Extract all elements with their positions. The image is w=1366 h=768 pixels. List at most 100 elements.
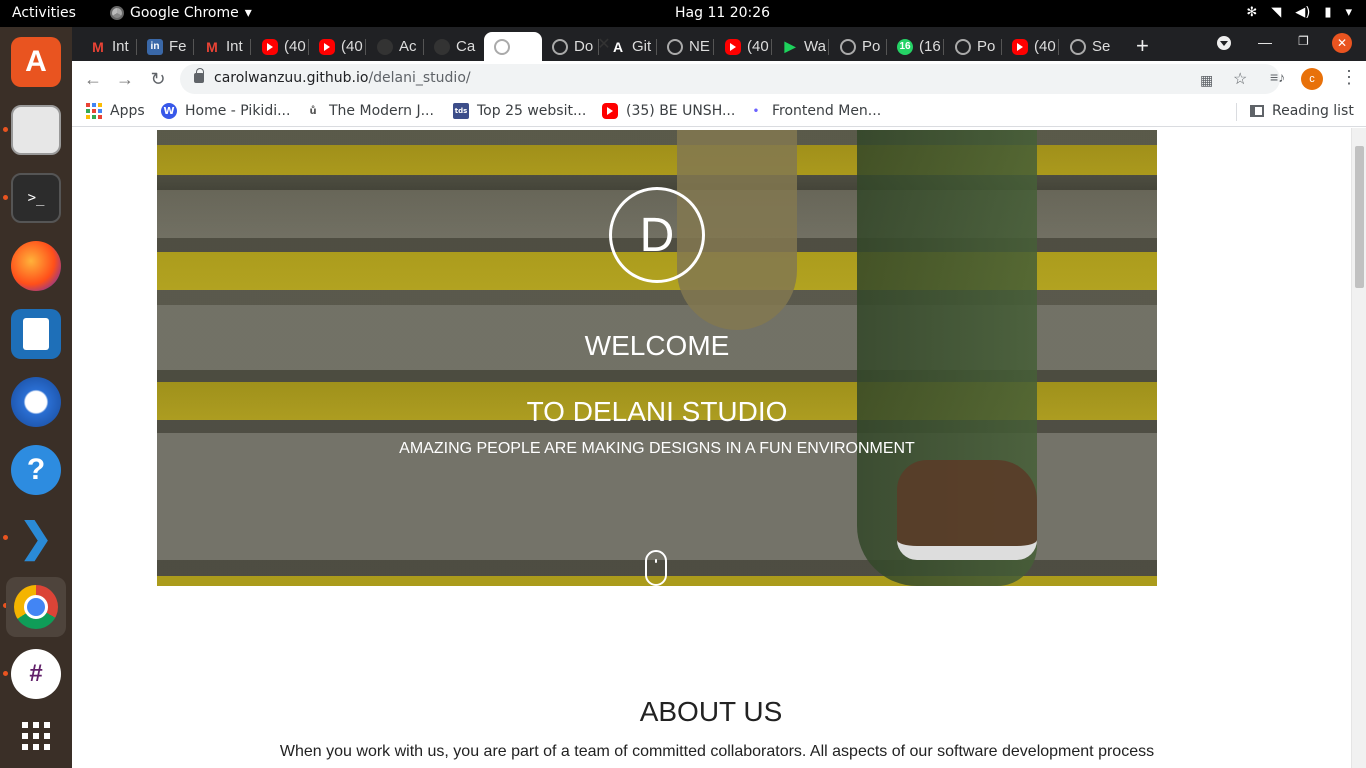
tab-label: NE: [689, 38, 710, 55]
reading-list-button[interactable]: Reading list: [1250, 103, 1354, 119]
close-window-button[interactable]: ✕: [1332, 33, 1352, 53]
battery-icon[interactable]: ▮: [1324, 5, 1331, 21]
system-top-bar: Activities Google Chrome ▾ Hag 11 20:26 …: [0, 0, 1366, 27]
youtube-icon: [319, 38, 335, 55]
reload-button[interactable]: ↻: [147, 68, 169, 90]
bookmark-item[interactable]: • Frontend Men...: [748, 103, 881, 119]
bookmark-item[interactable]: ů The Modern J...: [305, 103, 434, 119]
media-controls-icon[interactable]: ≡♪: [1270, 69, 1285, 85]
gmail-icon: M: [92, 38, 104, 55]
tab[interactable]: Se: [1060, 32, 1117, 61]
youtube-icon: [725, 38, 741, 55]
new-tab-button[interactable]: +: [1136, 33, 1149, 59]
hero-banner: D WELCOME TO DELANI STUDIO AMAZING PEOPL…: [157, 130, 1157, 586]
bookmark-star-icon[interactable]: ☆: [1233, 69, 1247, 89]
wifi-icon[interactable]: ◥: [1271, 5, 1281, 21]
tab[interactable]: Po: [945, 32, 1002, 61]
help-icon[interactable]: ?: [11, 445, 61, 495]
tab-label: Fe: [169, 38, 187, 55]
files-icon[interactable]: [11, 105, 61, 155]
tds-icon: tds: [453, 103, 469, 119]
chevron-down-icon: ▾: [244, 5, 252, 21]
tab-label: Int: [112, 38, 129, 55]
bookmark-label: Frontend Men...: [772, 103, 882, 119]
activities-button[interactable]: Activities: [12, 5, 76, 21]
tab[interactable]: (40: [715, 32, 772, 61]
bookmark-label: Top 25 websit...: [477, 103, 587, 119]
tab[interactable]: M Int: [80, 32, 137, 61]
tab-label: Do: [574, 38, 594, 55]
qr-code-icon[interactable]: ▦: [1200, 72, 1213, 89]
globe-icon: [1070, 38, 1086, 55]
tab-label: Po: [862, 38, 881, 55]
chevron-down-icon[interactable]: ▾: [1345, 5, 1352, 21]
chrome-dock-icon[interactable]: [6, 577, 66, 637]
slack-tray-icon[interactable]: ✻: [1246, 5, 1257, 21]
tab[interactable]: A Git: [600, 32, 657, 61]
bookmark-apps[interactable]: Apps: [86, 103, 145, 119]
libreoffice-writer-icon[interactable]: [11, 309, 61, 359]
tab[interactable]: Po: [830, 32, 887, 61]
forward-button[interactable]: →: [114, 68, 136, 90]
bookmark-item[interactable]: (35) BE UNSH...: [602, 103, 735, 119]
bookmark-label: (35) BE UNSH...: [626, 103, 736, 119]
more-menu-icon[interactable]: ⋮: [1340, 67, 1358, 88]
app-menu[interactable]: Google Chrome ▾: [110, 5, 252, 21]
maximize-button[interactable]: ❐: [1298, 34, 1309, 48]
tab[interactable]: in Fe: [137, 32, 194, 61]
tab[interactable]: NE: [657, 32, 714, 61]
tab[interactable]: (40: [252, 32, 309, 61]
tab-label: (40: [747, 38, 769, 55]
youtube-icon: [602, 103, 618, 119]
firefox-icon[interactable]: [11, 241, 61, 291]
tab-search-button[interactable]: [1217, 36, 1231, 50]
hero-tagline: AMAZING PEOPLE ARE MAKING DESIGNS IN A F…: [399, 440, 915, 457]
slack-icon[interactable]: #: [11, 649, 61, 699]
whatsapp-icon: 16: [897, 38, 913, 55]
system-tray[interactable]: ✻ ◥ ◀) ▮ ▾: [1246, 5, 1352, 21]
tab-label: Int: [226, 38, 243, 55]
tab[interactable]: Do: [542, 32, 599, 61]
dock: A >_ ? ❯ #: [0, 27, 72, 768]
tab[interactable]: (40: [309, 32, 366, 61]
tab[interactable]: Ca: [424, 32, 481, 61]
tab-active[interactable]: [484, 32, 542, 61]
url-text[interactable]: carolwanzuu.github.io/delani_studio/: [214, 70, 471, 86]
tab[interactable]: M Int: [194, 32, 251, 61]
tab-label: (16: [919, 38, 941, 55]
page-viewport[interactable]: D WELCOME TO DELANI STUDIO AMAZING PEOPL…: [72, 128, 1366, 768]
hero-title: TO DELANI STUDIO: [526, 396, 788, 427]
volume-icon[interactable]: ◀): [1295, 5, 1310, 21]
software-center-icon[interactable]: A: [11, 37, 61, 87]
studio-logo: D: [609, 187, 705, 283]
chrome-icon: [110, 6, 124, 20]
page-scrollbar[interactable]: [1351, 128, 1366, 768]
linkedin-icon: in: [147, 38, 163, 55]
wordpress-icon: W: [161, 103, 177, 119]
minimize-button[interactable]: —: [1258, 34, 1272, 50]
scroll-mouse-icon[interactable]: [645, 550, 667, 586]
back-button[interactable]: ←: [82, 68, 104, 90]
tab[interactable]: Ac: [367, 32, 424, 61]
vscode-icon[interactable]: ❯: [11, 513, 61, 563]
clock[interactable]: Hag 11 20:26: [675, 5, 770, 21]
address-bar[interactable]: carolwanzuu.github.io/delani_studio/ ▦ ☆: [180, 64, 1280, 94]
tab[interactable]: ▶ Wa: [772, 32, 829, 61]
show-applications-icon[interactable]: [11, 711, 61, 761]
scrollbar-thumb[interactable]: [1355, 146, 1364, 288]
github-icon: [434, 38, 450, 55]
tab[interactable]: 16 (16: [887, 32, 944, 61]
terminal-icon[interactable]: >_: [11, 173, 61, 223]
tab-label: Ac: [399, 38, 417, 55]
angular-icon: A: [612, 38, 624, 55]
profile-avatar[interactable]: c: [1301, 68, 1323, 90]
bookmark-item[interactable]: tds Top 25 websit...: [453, 103, 586, 119]
youtube-icon: [262, 38, 278, 55]
bookmark-item[interactable]: W Home - Pikidi...: [161, 103, 290, 119]
running-indicator: [3, 195, 8, 200]
tab[interactable]: (40: [1002, 32, 1059, 61]
running-indicator: [3, 535, 8, 540]
bookmarks-bar: Apps W Home - Pikidi... ů The Modern J..…: [72, 97, 1366, 127]
lock-icon[interactable]: [194, 68, 204, 83]
thunderbird-icon[interactable]: [11, 377, 61, 427]
